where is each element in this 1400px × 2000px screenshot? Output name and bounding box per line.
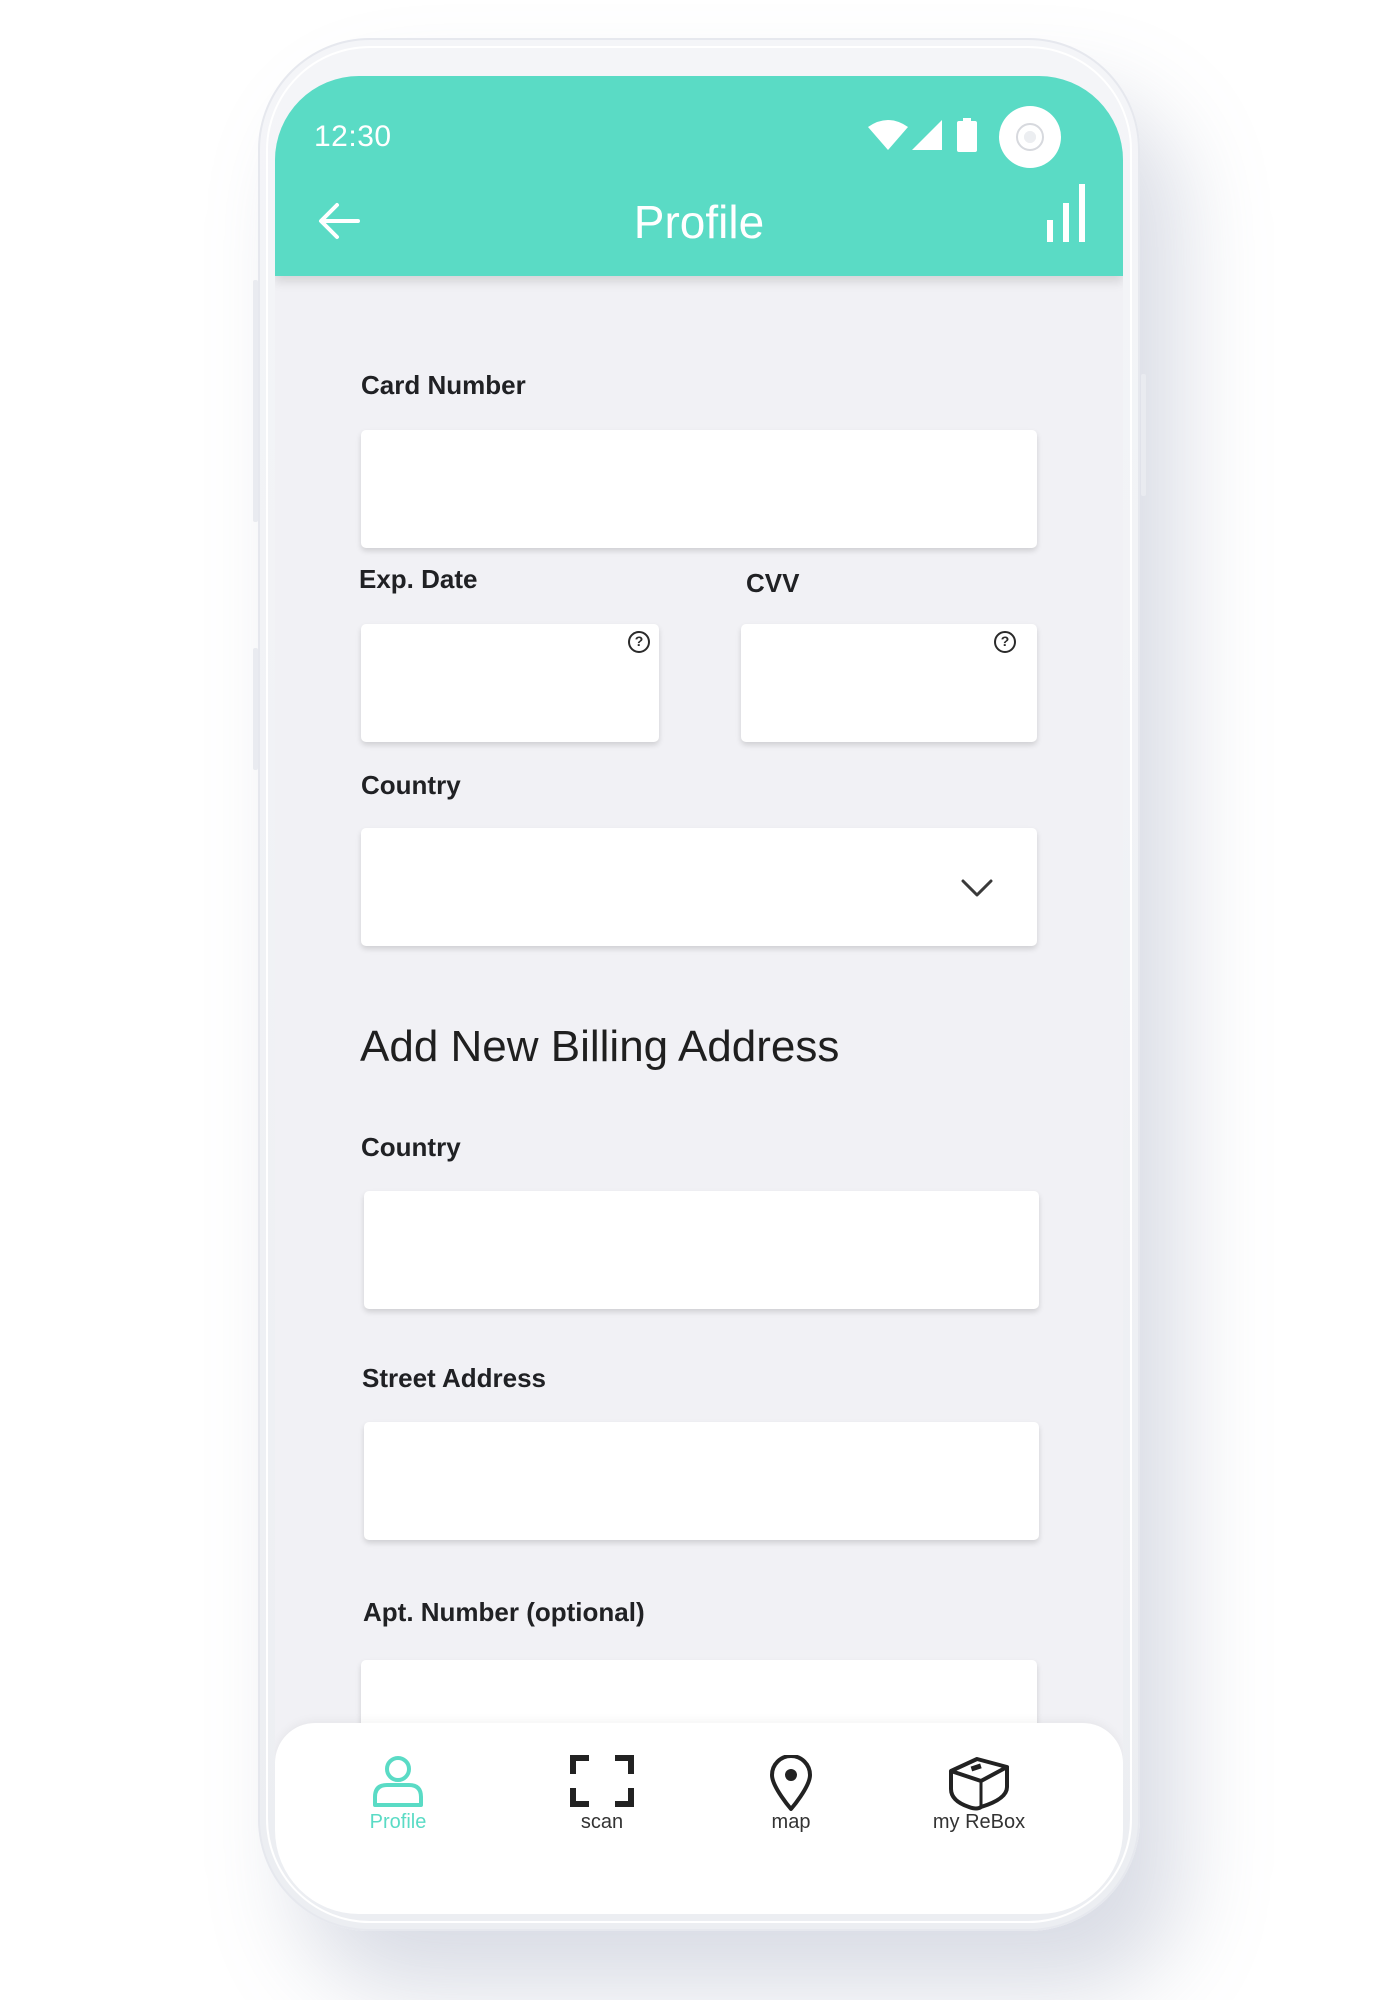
nav-label-my-rebox: my ReBox bbox=[932, 1811, 1026, 1833]
cvv-label: CVV bbox=[746, 568, 800, 598]
app-bar: 12:30 Profile bbox=[275, 76, 1123, 276]
card-country-label: Country bbox=[361, 770, 461, 800]
status-icons bbox=[867, 106, 1061, 168]
power-button-left bbox=[253, 648, 258, 770]
nav-item-scan[interactable]: scan bbox=[512, 1723, 692, 1853]
street-address-label: Street Address bbox=[362, 1363, 546, 1393]
street-address-input[interactable] bbox=[364, 1422, 1039, 1540]
card-number-label: Card Number bbox=[361, 370, 526, 400]
map-pin-icon bbox=[769, 1754, 813, 1816]
cellular-signal-icon bbox=[911, 119, 943, 156]
nav-label-scan: scan bbox=[580, 1811, 624, 1833]
front-camera bbox=[999, 106, 1061, 168]
app-screen: 12:30 Profile Card Number Exp. Date ? CV… bbox=[275, 76, 1123, 1914]
billing-country-input[interactable] bbox=[364, 1191, 1039, 1309]
cvv-help-icon[interactable]: ? bbox=[994, 631, 1016, 653]
exp-date-label: Exp. Date bbox=[359, 564, 478, 594]
camera-lens bbox=[1016, 123, 1044, 151]
status-time: 12:30 bbox=[314, 120, 392, 153]
nav-item-profile[interactable]: Profile bbox=[308, 1723, 488, 1853]
exp-date-help-icon[interactable]: ? bbox=[628, 631, 650, 653]
billing-country-label: Country bbox=[361, 1132, 461, 1162]
power-button-right bbox=[1141, 374, 1146, 496]
nav-item-my-rebox[interactable]: my ReBox bbox=[889, 1723, 1069, 1853]
cvv-input[interactable] bbox=[741, 624, 1037, 742]
apt-number-label: Apt. Number (optional) bbox=[363, 1597, 645, 1627]
battery-icon bbox=[957, 117, 977, 157]
nav-label-profile: Profile bbox=[369, 1811, 427, 1833]
scan-frame-icon bbox=[570, 1755, 634, 1812]
box-icon bbox=[947, 1755, 1011, 1816]
billing-section-title: Add New Billing Address bbox=[360, 1022, 840, 1071]
bottom-nav: Profile scan map my ReBox bbox=[275, 1723, 1123, 1914]
volume-button bbox=[253, 280, 258, 522]
wifi-icon bbox=[867, 119, 909, 156]
page-title: Profile bbox=[633, 196, 765, 248]
card-number-input[interactable] bbox=[361, 430, 1037, 548]
user-icon bbox=[371, 1755, 425, 1812]
exp-date-input[interactable] bbox=[361, 624, 659, 742]
nav-label-map: map bbox=[771, 1811, 811, 1833]
nav-item-map[interactable]: map bbox=[701, 1723, 881, 1853]
chevron-down-icon bbox=[961, 878, 993, 903]
card-country-select[interactable] bbox=[361, 828, 1037, 946]
bar-chart-icon[interactable] bbox=[1045, 184, 1087, 247]
